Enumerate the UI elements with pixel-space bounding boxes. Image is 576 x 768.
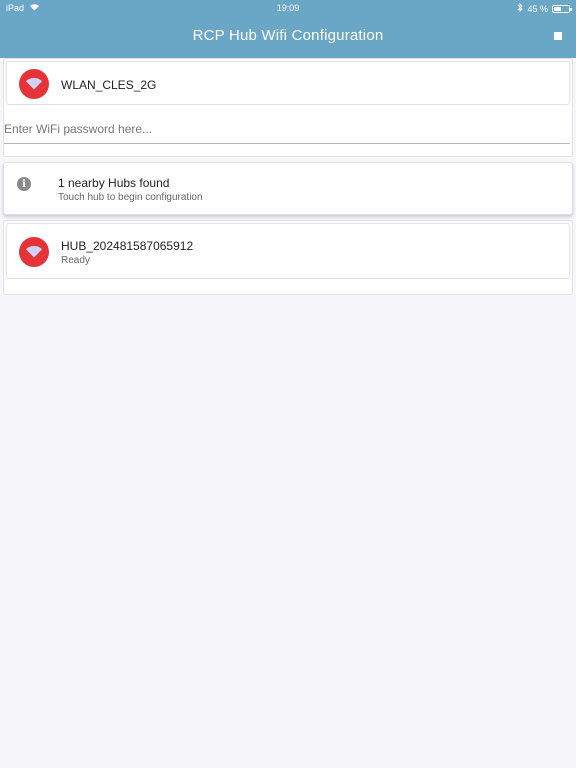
- battery-fill: [554, 6, 561, 11]
- hub-status: Ready: [61, 255, 90, 266]
- scan-info-title: 1 nearby Hubs found: [58, 176, 170, 190]
- scan-info-card: 1 nearby Hubs found Touch hub to begin c…: [3, 162, 573, 215]
- page-title: RCP Hub Wifi Configuration: [192, 27, 384, 44]
- status-right: 45 %: [517, 2, 572, 14]
- wifi-password-input[interactable]: [4, 114, 570, 144]
- bluetooth-icon: [517, 2, 524, 14]
- scan-info-subtitle: Touch hub to begin configuration: [58, 192, 203, 203]
- wifi-icon: [19, 69, 49, 99]
- wifi-icon: [19, 237, 49, 267]
- battery-nub: [570, 7, 572, 11]
- status-bar: iPad 19:09 45 %: [0, 0, 576, 16]
- hub-name: HUB_202481587065912: [61, 239, 194, 253]
- hub-list-item[interactable]: HUB_202481587065912 Ready: [6, 223, 570, 279]
- battery-icon: [552, 4, 572, 13]
- wifi-ssid: WLAN_CLES_2G: [61, 78, 157, 92]
- wifi-network-item[interactable]: WLAN_CLES_2G: [6, 61, 570, 105]
- info-icon: i: [17, 177, 31, 191]
- battery-percent: 45 %: [527, 3, 548, 14]
- stop-icon[interactable]: [554, 32, 562, 40]
- status-time: 19:09: [276, 3, 300, 13]
- app-header: iPad 19:09 45 % RCP Hub Wifi Configurati…: [0, 0, 576, 58]
